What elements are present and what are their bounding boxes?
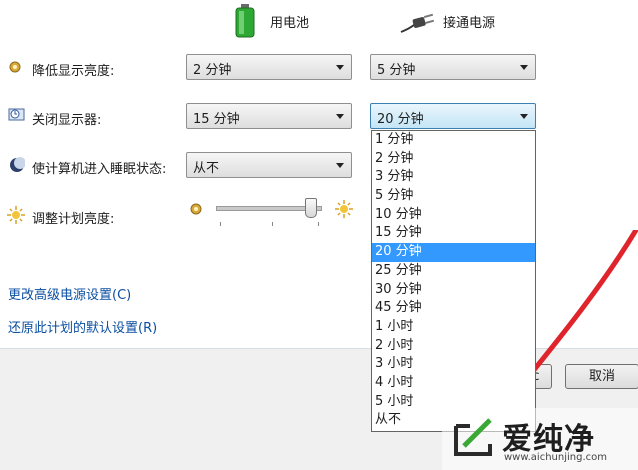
moon-icon: [9, 157, 26, 173]
monitor-clock-icon: [8, 107, 26, 123]
advanced-power-settings-link[interactable]: 更改高级电源设置(C): [8, 284, 131, 303]
dropdown-option[interactable]: 30 分钟: [372, 281, 535, 300]
dim-sun-icon: [190, 203, 202, 215]
turn-off-display-label: 关闭显示器:: [32, 113, 102, 128]
plugged-in-column-header: 接通电源: [443, 16, 496, 31]
brand-logo-icon: [450, 414, 496, 460]
bright-sun-icon: [335, 200, 353, 218]
dropdown-option[interactable]: 20 分钟: [372, 243, 535, 262]
turn-off-display-options-list: 1 分钟 2 分钟 3 分钟 5 分钟 10 分钟 15 分钟 20 分钟 25 分钟 30 分…: [371, 130, 536, 432]
brand-url: www.aichunjing.com: [504, 452, 607, 463]
selected-value: 15 分钟: [193, 112, 240, 127]
dropdown-option[interactable]: 45 分钟: [372, 299, 535, 318]
chevron-down-icon: [336, 163, 344, 168]
dropdown-option[interactable]: 10 分钟: [372, 206, 535, 225]
selected-value: 20 分钟: [377, 112, 424, 127]
dropdown-option[interactable]: 3 小时: [372, 355, 535, 374]
dropdown-option[interactable]: 1 小时: [372, 318, 535, 337]
dropdown-option[interactable]: 5 分钟: [372, 187, 535, 206]
dropdown-option[interactable]: 4 小时: [372, 374, 535, 393]
turn-off-display-plugged-select[interactable]: 20 分钟: [370, 103, 536, 129]
chevron-down-icon: [336, 114, 344, 119]
dropdown-option[interactable]: 1 分钟: [372, 131, 535, 150]
slider-tick: [272, 222, 273, 226]
sun-icon: [7, 206, 25, 224]
dropdown-option[interactable]: 2 分钟: [372, 150, 535, 169]
dropdown-option[interactable]: 15 分钟: [372, 224, 535, 243]
battery-column-header: 用电池: [270, 16, 310, 31]
restore-defaults-link[interactable]: 还原此计划的默认设置(R): [8, 317, 157, 336]
dim-display-battery-select[interactable]: 2 分钟: [186, 54, 352, 80]
power-plug-icon: [400, 12, 436, 34]
slider-tick: [318, 222, 319, 226]
brightness-slider[interactable]: [214, 196, 326, 228]
dim-display-icon: [9, 61, 21, 73]
dropdown-option[interactable]: 2 小时: [372, 337, 535, 356]
slider-tick: [220, 222, 221, 226]
turn-off-display-battery-select[interactable]: 15 分钟: [186, 103, 352, 129]
chevron-down-icon: [336, 65, 344, 70]
dim-display-plugged-select[interactable]: 5 分钟: [370, 54, 536, 80]
dim-display-label: 降低显示亮度:: [32, 64, 115, 79]
selected-value: 5 分钟: [377, 63, 416, 78]
selected-value: 从不: [193, 161, 220, 176]
sleep-battery-select[interactable]: 从不: [186, 152, 352, 178]
chevron-down-icon: [520, 65, 528, 70]
chevron-down-icon: [520, 114, 528, 119]
brightness-label: 调整计划亮度:: [32, 212, 115, 227]
battery-icon: [234, 4, 256, 38]
dropdown-option[interactable]: 3 分钟: [372, 168, 535, 187]
slider-thumb[interactable]: [305, 198, 317, 218]
sleep-label: 使计算机进入睡眠状态:: [32, 162, 167, 177]
selected-value: 2 分钟: [193, 63, 232, 78]
dropdown-option[interactable]: 25 分钟: [372, 262, 535, 281]
watermark: 爱纯净 www.aichunjing.com: [442, 408, 638, 470]
